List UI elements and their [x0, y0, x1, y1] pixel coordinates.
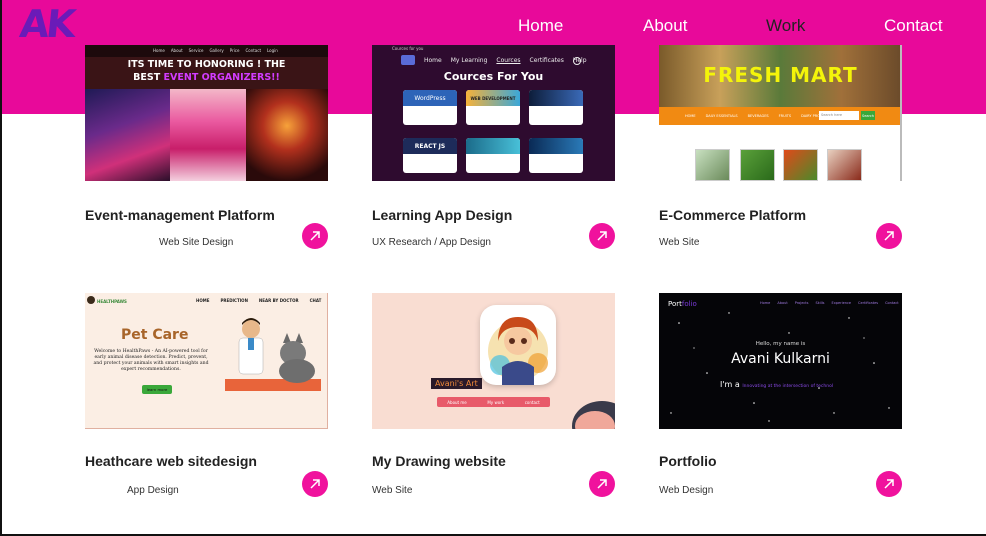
learn-more-button: learn more: [142, 385, 172, 394]
project-subtitle: UX Research / App Design: [372, 237, 491, 248]
project-subtitle: Web Design: [659, 485, 714, 496]
project-subtitle: Web Site: [372, 485, 413, 496]
event-photo-right: [246, 89, 328, 181]
thumb-banner-title: FRESH MART: [703, 63, 858, 87]
thumb-button-row: About me My work contact: [437, 397, 550, 407]
thumb-brand: HEALTHPAWS: [97, 299, 127, 304]
open-project-button[interactable]: [876, 223, 902, 249]
thumb-headline-highlight: EVENT ORGANIZERS!!: [163, 72, 280, 83]
project-thumbnail[interactable]: HEALTHPAWS HOME PREDICTION NEAR BY DOCTO…: [85, 293, 328, 429]
open-project-button[interactable]: [589, 223, 615, 249]
project-title: Portfolio: [659, 453, 717, 469]
project-thumbnail[interactable]: FRESH MART HOME DAILY ESSENTIALS BEVERAG…: [659, 45, 902, 181]
event-photo-center: [170, 89, 246, 181]
project-thumbnail[interactable]: Cources for you Home My Learning Cources…: [372, 45, 615, 181]
thumb-heading: Cources For You: [443, 70, 544, 83]
arrow-up-right-icon: [884, 231, 894, 241]
course-tile: WEB DEVELOPMENT: [466, 90, 520, 125]
thumb-tagline: I'm a Innovating at the intersection of …: [720, 380, 834, 389]
product-tile: [740, 149, 775, 181]
open-project-button[interactable]: [589, 471, 615, 497]
thumb-label: Avani's Art: [431, 378, 482, 389]
thumb-nav: Home My Learning Cources Certificates He…: [424, 57, 587, 64]
nav-work[interactable]: Work: [766, 16, 805, 36]
paw-icon: [87, 296, 95, 304]
project-thumbnail[interactable]: Avani's Art About me My work contact: [372, 293, 615, 429]
project-title: Learning App Design: [372, 207, 513, 223]
product-tile: [783, 149, 818, 181]
arrow-up-right-icon: [310, 479, 320, 489]
open-project-button[interactable]: [302, 471, 328, 497]
thumb-tab-label: Cources for you: [392, 46, 424, 51]
project-subtitle: Web Site: [659, 237, 700, 248]
thumb-name: Avani Kulkarni: [731, 351, 830, 367]
thumb-headline-part: BEST: [133, 72, 164, 83]
thumb-hello: Hello, my name is: [755, 341, 806, 347]
product-tile: [827, 149, 862, 181]
thumb-nav: HOME PREDICTION NEAR BY DOCTOR CHAT: [196, 298, 322, 303]
thumb-headline: ITS TIME TO HONORING ! THE: [127, 59, 286, 70]
avatar-illustration: [480, 305, 556, 385]
user-icon: [573, 57, 581, 65]
arrow-up-right-icon: [597, 231, 607, 241]
thumb-nav: Home About Projects Skills Experience Ce…: [760, 301, 899, 305]
project-subtitle: Web Site Design: [159, 237, 234, 248]
artist-avatar-icon: [488, 317, 548, 385]
arrow-up-right-icon: [884, 479, 894, 489]
search-button: Search: [861, 111, 875, 120]
thumb-nav: Home About Service Gallery Price Contact…: [153, 48, 278, 53]
project-thumbnail[interactable]: Portfolio Home About Projects Skills Exp…: [659, 293, 902, 429]
nav-about[interactable]: About: [643, 16, 687, 36]
course-tile: REACT JS: [403, 138, 457, 173]
project-title: E-Commerce Platform: [659, 207, 807, 223]
nav-contact[interactable]: Contact: [884, 16, 943, 36]
course-tile: [466, 138, 520, 173]
open-project-button[interactable]: [302, 223, 328, 249]
main-nav: Home About Work Contact: [2, 16, 986, 40]
thumb-brand: Portfolio: [668, 300, 697, 308]
thumb-body: Welcome to HealthPaws - An AI-powered to…: [93, 349, 209, 372]
vet-with-cat-illustration: [225, 318, 321, 391]
search-input: Search here: [819, 111, 859, 120]
project-title: Event-management Platform: [85, 207, 275, 223]
thumb-heading: Pet Care: [121, 327, 189, 343]
product-tile: [695, 149, 730, 181]
thumb-logo: [401, 55, 415, 65]
course-tile: [529, 138, 583, 173]
arrow-up-right-icon: [597, 479, 607, 489]
project-title: Heathcare web sitedesign: [85, 453, 257, 469]
nav-home[interactable]: Home: [518, 16, 563, 36]
course-tile: WordPress: [403, 90, 457, 125]
project-thumbnail[interactable]: Home About Service Gallery Price Contact…: [85, 45, 328, 181]
arrow-up-right-icon: [310, 231, 320, 241]
project-title: My Drawing website: [372, 453, 506, 469]
event-photo-left: [85, 89, 170, 181]
project-subtitle: App Design: [127, 485, 179, 496]
course-tile: [529, 90, 583, 125]
open-project-button[interactable]: [876, 471, 902, 497]
